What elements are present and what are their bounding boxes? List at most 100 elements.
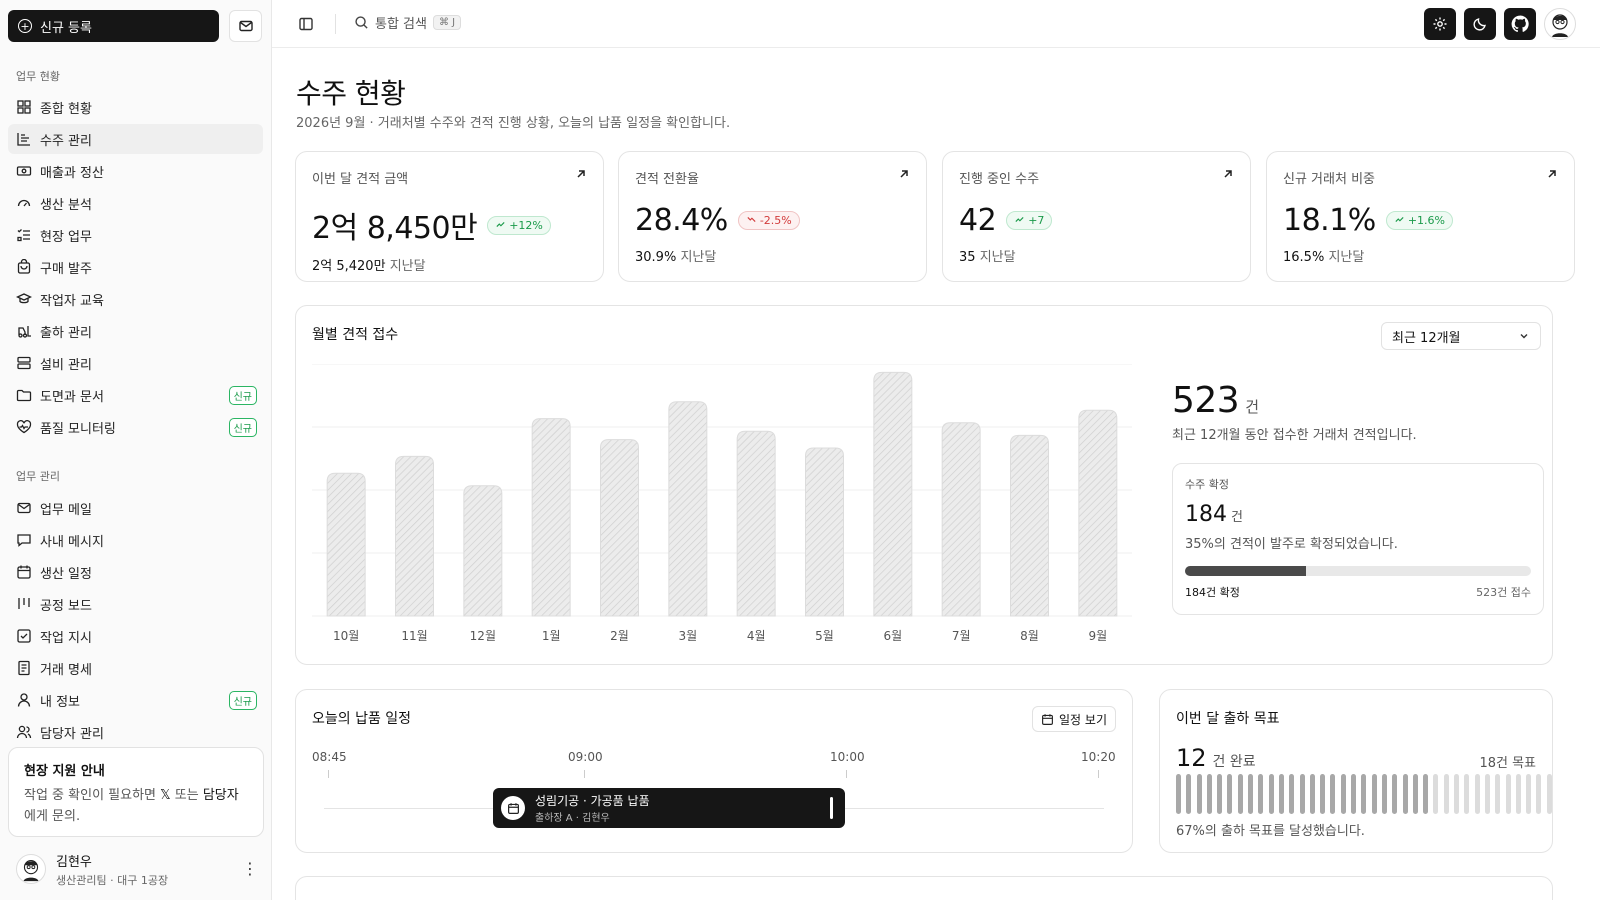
shipping-progress-segment xyxy=(1268,774,1274,814)
stat-previous: 16.5% 지난달 xyxy=(1283,246,1558,265)
sidebar-item-label: 사내 메시지 xyxy=(40,534,104,550)
document-icon xyxy=(16,660,32,676)
sidebar-item-7[interactable]: 작업자 교육 xyxy=(8,284,263,314)
sidebar-item-4[interactable]: 생산 분석 xyxy=(8,188,263,218)
shipping-progress-segment xyxy=(1361,774,1367,814)
sidebar-item-9[interactable]: 설비 관리 xyxy=(8,348,263,378)
section-label-status: 업무 현황 xyxy=(16,70,60,83)
sidebar-toggle-icon[interactable] xyxy=(298,16,314,36)
global-search[interactable]: 통합 검색 ⌘ J xyxy=(354,13,462,32)
list-check-icon xyxy=(16,227,32,243)
chart-bar[interactable] xyxy=(736,430,776,617)
stat-change-value: -2.5% xyxy=(759,214,792,227)
total-quotes-value: 523 xyxy=(1172,380,1240,421)
sidebar-item-2[interactable]: 수주 관리 xyxy=(8,124,263,154)
stat-previous-label: 지난달 xyxy=(389,259,426,274)
confirmed-footer-left: 184건 확정 xyxy=(1185,586,1240,599)
stat-previous-value: 30.9% xyxy=(635,250,677,265)
chart-bar[interactable] xyxy=(395,455,434,617)
stat-card[interactable]: 견적 전환율 28.4% -2.5% 30.9% 지난달 xyxy=(618,151,927,282)
chart-bar[interactable] xyxy=(805,447,844,617)
shipping-progress-segment xyxy=(1392,774,1398,814)
sidebar-item-label: 품질 모니터링 xyxy=(40,421,116,437)
chart-x-tick-label: 5월 xyxy=(815,629,834,643)
sidebar-item-1[interactable]: 종합 현황 xyxy=(8,92,263,122)
sidebar-item-11[interactable]: 품질 모니터링 신규 xyxy=(8,412,263,442)
more-vertical-icon[interactable]: ⋮ xyxy=(242,859,258,878)
timeline-tick xyxy=(1098,770,1099,778)
timeline-time: 10:00 xyxy=(830,750,865,764)
chart-bar[interactable] xyxy=(873,371,913,617)
message-icon xyxy=(16,532,32,548)
stat-previous-label: 지난달 xyxy=(680,250,717,265)
topbar-avatar[interactable] xyxy=(1544,8,1576,40)
chart-bar[interactable] xyxy=(941,422,981,617)
arrow-up-right-icon[interactable] xyxy=(1222,168,1234,180)
chart-bar[interactable] xyxy=(463,485,503,617)
chart-bar[interactable] xyxy=(326,472,366,617)
chart-bar[interactable] xyxy=(1078,409,1118,617)
chart-x-tick-label: 6월 xyxy=(883,629,902,643)
stat-label: 이번 달 견적 금액 xyxy=(312,172,409,187)
settings-icon[interactable] xyxy=(1424,8,1456,40)
chart-bar[interactable] xyxy=(600,439,639,617)
sidebar-item-label: 담당자 관리 xyxy=(40,726,104,742)
arrow-up-right-icon[interactable] xyxy=(1546,168,1558,180)
sidebar-item-3[interactable]: 생산 일정 xyxy=(8,557,263,587)
inbox-button[interactable] xyxy=(229,10,262,42)
sidebar-item-label: 매출과 정산 xyxy=(40,165,104,181)
timeline-time: 08:45 xyxy=(312,750,347,764)
event-resize-handle[interactable] xyxy=(830,797,833,819)
new-badge: 신규 xyxy=(228,418,257,437)
x-icon[interactable]: 𝕏 xyxy=(160,788,170,803)
sidebar-item-8[interactable]: 담당자 관리 xyxy=(8,717,263,747)
support-contact-link[interactable]: 담당자 xyxy=(203,788,239,803)
sidebar-item-3[interactable]: 매출과 정산 xyxy=(8,156,263,186)
sidebar-item-5[interactable]: 현장 업무 xyxy=(8,220,263,250)
sidebar-item-5[interactable]: 작업 지시 xyxy=(8,621,263,651)
sidebar-item-4[interactable]: 공정 보드 xyxy=(8,589,263,619)
arrow-up-right-icon[interactable] xyxy=(898,168,910,180)
sidebar-item-6[interactable]: 구매 발주 xyxy=(8,252,263,282)
sidebar-item-2[interactable]: 사내 메시지 xyxy=(8,525,263,555)
stat-previous-label: 지난달 xyxy=(1328,250,1365,265)
stat-change-value: +7 xyxy=(1028,214,1045,227)
stat-card[interactable]: 신규 거래처 비중 18.1% +1.6% 16.5% 지난달 xyxy=(1266,151,1575,282)
dashboard-icon xyxy=(16,99,32,115)
monthly-quotes-card: 월별 견적 접수 최근 12개월 10월 11월 12월 1월 2월 3월 4월 5월 6월 7월… xyxy=(295,305,1553,665)
sidebar-item-6[interactable]: 거래 명세 xyxy=(8,653,263,683)
range-select[interactable]: 최근 12개월 xyxy=(1381,322,1541,350)
sidebar-item-label: 내 정보 xyxy=(40,694,81,710)
stat-card[interactable]: 진행 중인 수주 42 +7 35 지난달 xyxy=(942,151,1251,282)
sidebar-item-7[interactable]: 내 정보 신규 xyxy=(8,685,263,715)
heart-pulse-icon xyxy=(16,419,32,435)
sidebar: + 신규 등록 업무 현황 종합 현황 수주 관리매출과 정산생산 분석 현장 업무… xyxy=(0,0,272,900)
trend-up-icon xyxy=(496,221,505,227)
sidebar-item-label: 업무 메일 xyxy=(40,502,92,518)
timeline-time: 09:00 xyxy=(568,750,603,764)
sidebar-item-1[interactable]: 업무 메일 xyxy=(8,493,263,523)
sidebar-item-10[interactable]: 도면과 문서 신규 xyxy=(8,380,263,410)
moon-icon[interactable] xyxy=(1464,8,1496,40)
chart-bar[interactable] xyxy=(1010,434,1049,617)
delivery-event[interactable]: 성림기공 · 가공품 납품 출하장 A · 김현우 xyxy=(493,788,845,828)
chart-bar[interactable] xyxy=(531,418,571,617)
github-icon[interactable] xyxy=(1504,8,1536,40)
stat-value-row: 28.4% -2.5% xyxy=(635,203,910,238)
view-schedule-label: 일정 보기 xyxy=(1059,712,1107,727)
chart-x-tick-label: 2월 xyxy=(610,629,629,643)
chart-bar[interactable] xyxy=(668,401,708,617)
view-schedule-button[interactable]: 일정 보기 xyxy=(1032,706,1116,732)
sidebar-item-8[interactable]: 출하 관리 xyxy=(8,316,263,346)
shipping-progress-segment xyxy=(1433,774,1439,814)
shipping-progress-segment xyxy=(1340,774,1346,814)
new-register-button[interactable]: + 신규 등록 xyxy=(8,10,219,42)
stat-card[interactable]: 이번 달 견적 금액 2억 8,450만 +12% 2억 5,420만 지난달 xyxy=(295,151,604,282)
user-profile[interactable]: 김현우 생산관리팀 · 대구 1공장 ⋮ xyxy=(16,849,264,889)
chart-x-tick-label: 11월 xyxy=(401,629,427,643)
monthly-quotes-title: 월별 견적 접수 xyxy=(312,327,399,343)
confirmed-unit: 건 xyxy=(1231,510,1243,525)
stat-value: 42 xyxy=(959,203,997,238)
arrow-up-right-icon[interactable] xyxy=(575,168,587,180)
stat-label: 신규 거래처 비중 xyxy=(1283,172,1375,187)
